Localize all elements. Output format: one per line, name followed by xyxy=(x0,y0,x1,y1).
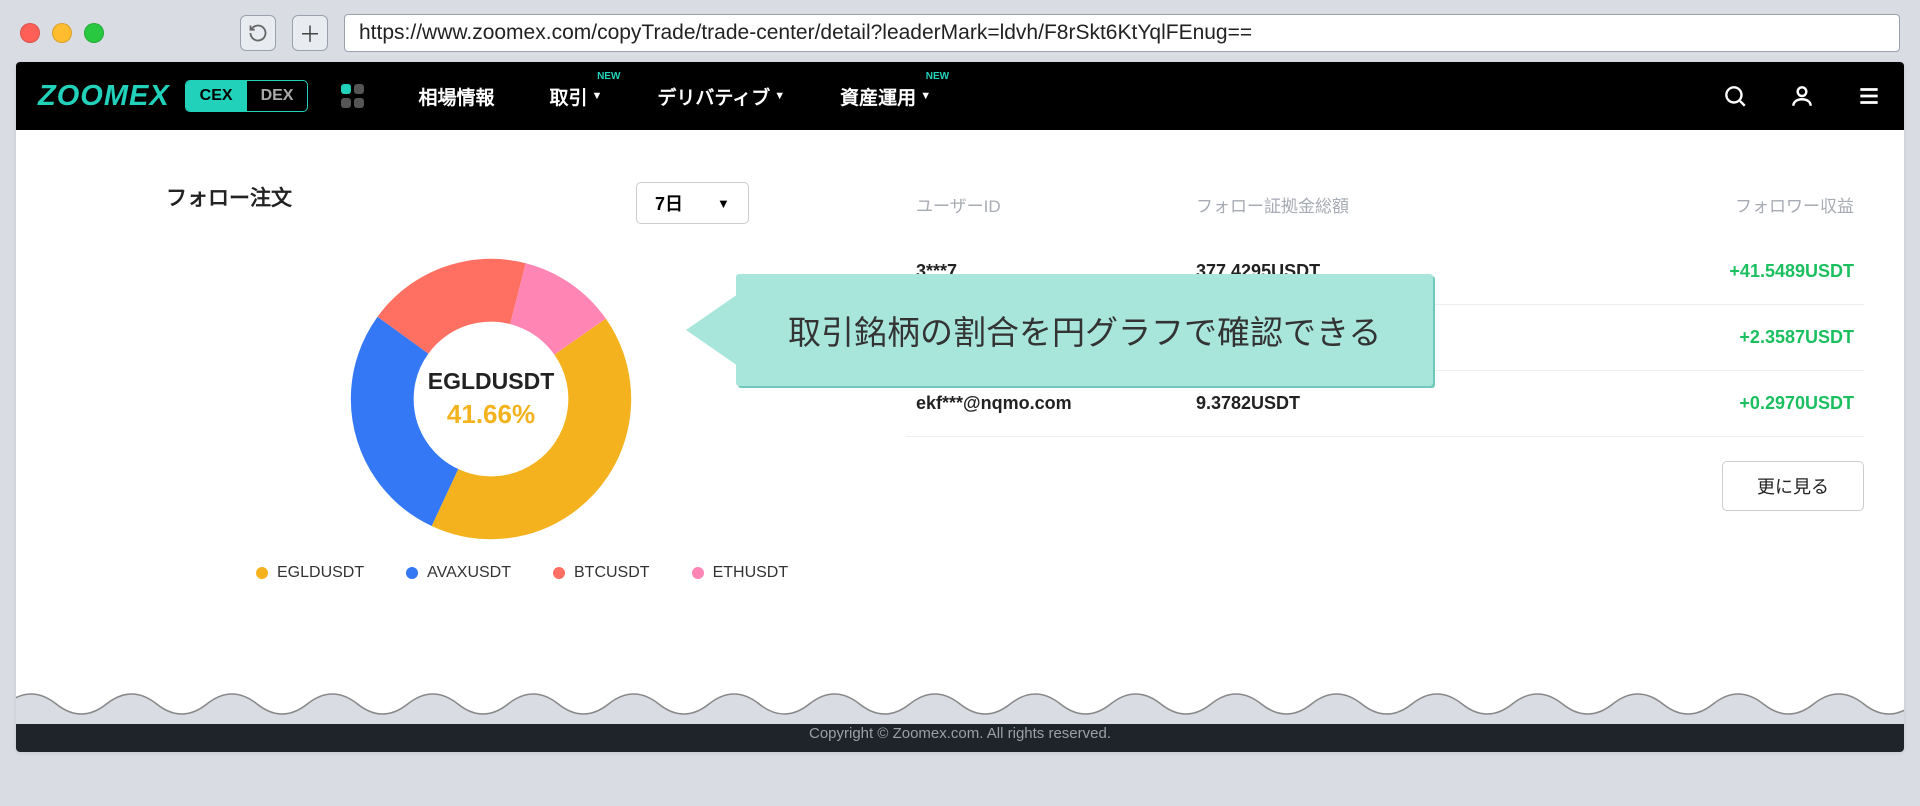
browser-chrome: ＋ https://www.zoomex.com/copyTrade/trade… xyxy=(0,0,1920,62)
app-frame: ZOOMEX CEX DEX 相場情報 取引▼NEW デリバティブ▼ 資産運用▼… xyxy=(16,62,1904,752)
chevron-down-icon: ▼ xyxy=(774,90,785,102)
legend-item: BTCUSDT xyxy=(553,564,650,582)
traffic-lights xyxy=(20,23,104,43)
close-window-icon[interactable] xyxy=(20,23,40,43)
url-bar[interactable]: https://www.zoomex.com/copyTrade/trade-c… xyxy=(344,14,1900,52)
content: フォロー注文 7日 ▼ EGLDUSDT 41.66% EGLDUSDT xyxy=(16,130,1904,582)
col-user: ユーザーID xyxy=(916,192,1196,217)
donut-center-value: 41.66% xyxy=(428,399,555,430)
cex-dex-toggle[interactable]: CEX DEX xyxy=(185,80,309,112)
donut-center: EGLDUSDT 41.66% xyxy=(428,368,555,430)
legend-dot-icon xyxy=(406,567,418,579)
toggle-dex[interactable]: DEX xyxy=(247,81,308,111)
nav-market[interactable]: 相場情報 xyxy=(418,83,494,110)
minimize-window-icon[interactable] xyxy=(52,23,72,43)
wave-cutoff xyxy=(16,684,1904,724)
new-tab-button[interactable]: ＋ xyxy=(292,15,328,51)
callout-annotation: 取引銘柄の割合を円グラフで確認できる xyxy=(736,274,1433,386)
legend-dot-icon xyxy=(256,567,268,579)
apps-icon[interactable] xyxy=(341,84,365,108)
new-badge: NEW xyxy=(926,71,949,82)
callout-tail-icon xyxy=(686,294,738,366)
legend-dot-icon xyxy=(692,567,704,579)
donut-chart: EGLDUSDT 41.66% xyxy=(346,254,636,544)
donut-center-label: EGLDUSDT xyxy=(428,368,555,395)
new-badge: NEW xyxy=(597,71,620,82)
col-profit: フォロワー収益 xyxy=(1476,192,1854,217)
table-header: ユーザーID フォロー証拠金総額 フォロワー収益 xyxy=(906,182,1864,239)
chart-legend: EGLDUSDT AVAXUSDT BTCUSDT ETHUSDT xyxy=(256,564,846,582)
legend-item: EGLDUSDT xyxy=(256,564,364,582)
top-nav: ZOOMEX CEX DEX 相場情報 取引▼NEW デリバティブ▼ 資産運用▼… xyxy=(16,62,1904,130)
legend-item: ETHUSDT xyxy=(692,564,789,582)
legend-item: AVAXUSDT xyxy=(406,564,511,582)
chevron-down-icon: ▼ xyxy=(717,196,730,211)
nav-derivatives[interactable]: デリバティブ▼ xyxy=(657,83,785,110)
logo[interactable]: ZOOMEX xyxy=(38,80,170,113)
user-icon[interactable] xyxy=(1789,83,1815,109)
period-value: 7日 xyxy=(655,190,683,216)
maximize-window-icon[interactable] xyxy=(84,23,104,43)
nav-assets[interactable]: 資産運用▼NEW xyxy=(840,83,931,110)
reload-button[interactable] xyxy=(240,15,276,51)
chevron-down-icon: ▼ xyxy=(920,90,931,102)
menu-icon[interactable] xyxy=(1856,83,1882,109)
legend-dot-icon xyxy=(553,567,565,579)
search-icon[interactable] xyxy=(1722,83,1748,109)
chevron-down-icon: ▼ xyxy=(592,90,603,102)
col-amount: フォロー証拠金総額 xyxy=(1196,192,1476,217)
period-select[interactable]: 7日 ▼ xyxy=(636,182,749,224)
more-button[interactable]: 更に見る xyxy=(1722,461,1864,511)
toggle-cex[interactable]: CEX xyxy=(186,81,247,111)
nav-trade[interactable]: 取引▼NEW xyxy=(550,83,603,110)
